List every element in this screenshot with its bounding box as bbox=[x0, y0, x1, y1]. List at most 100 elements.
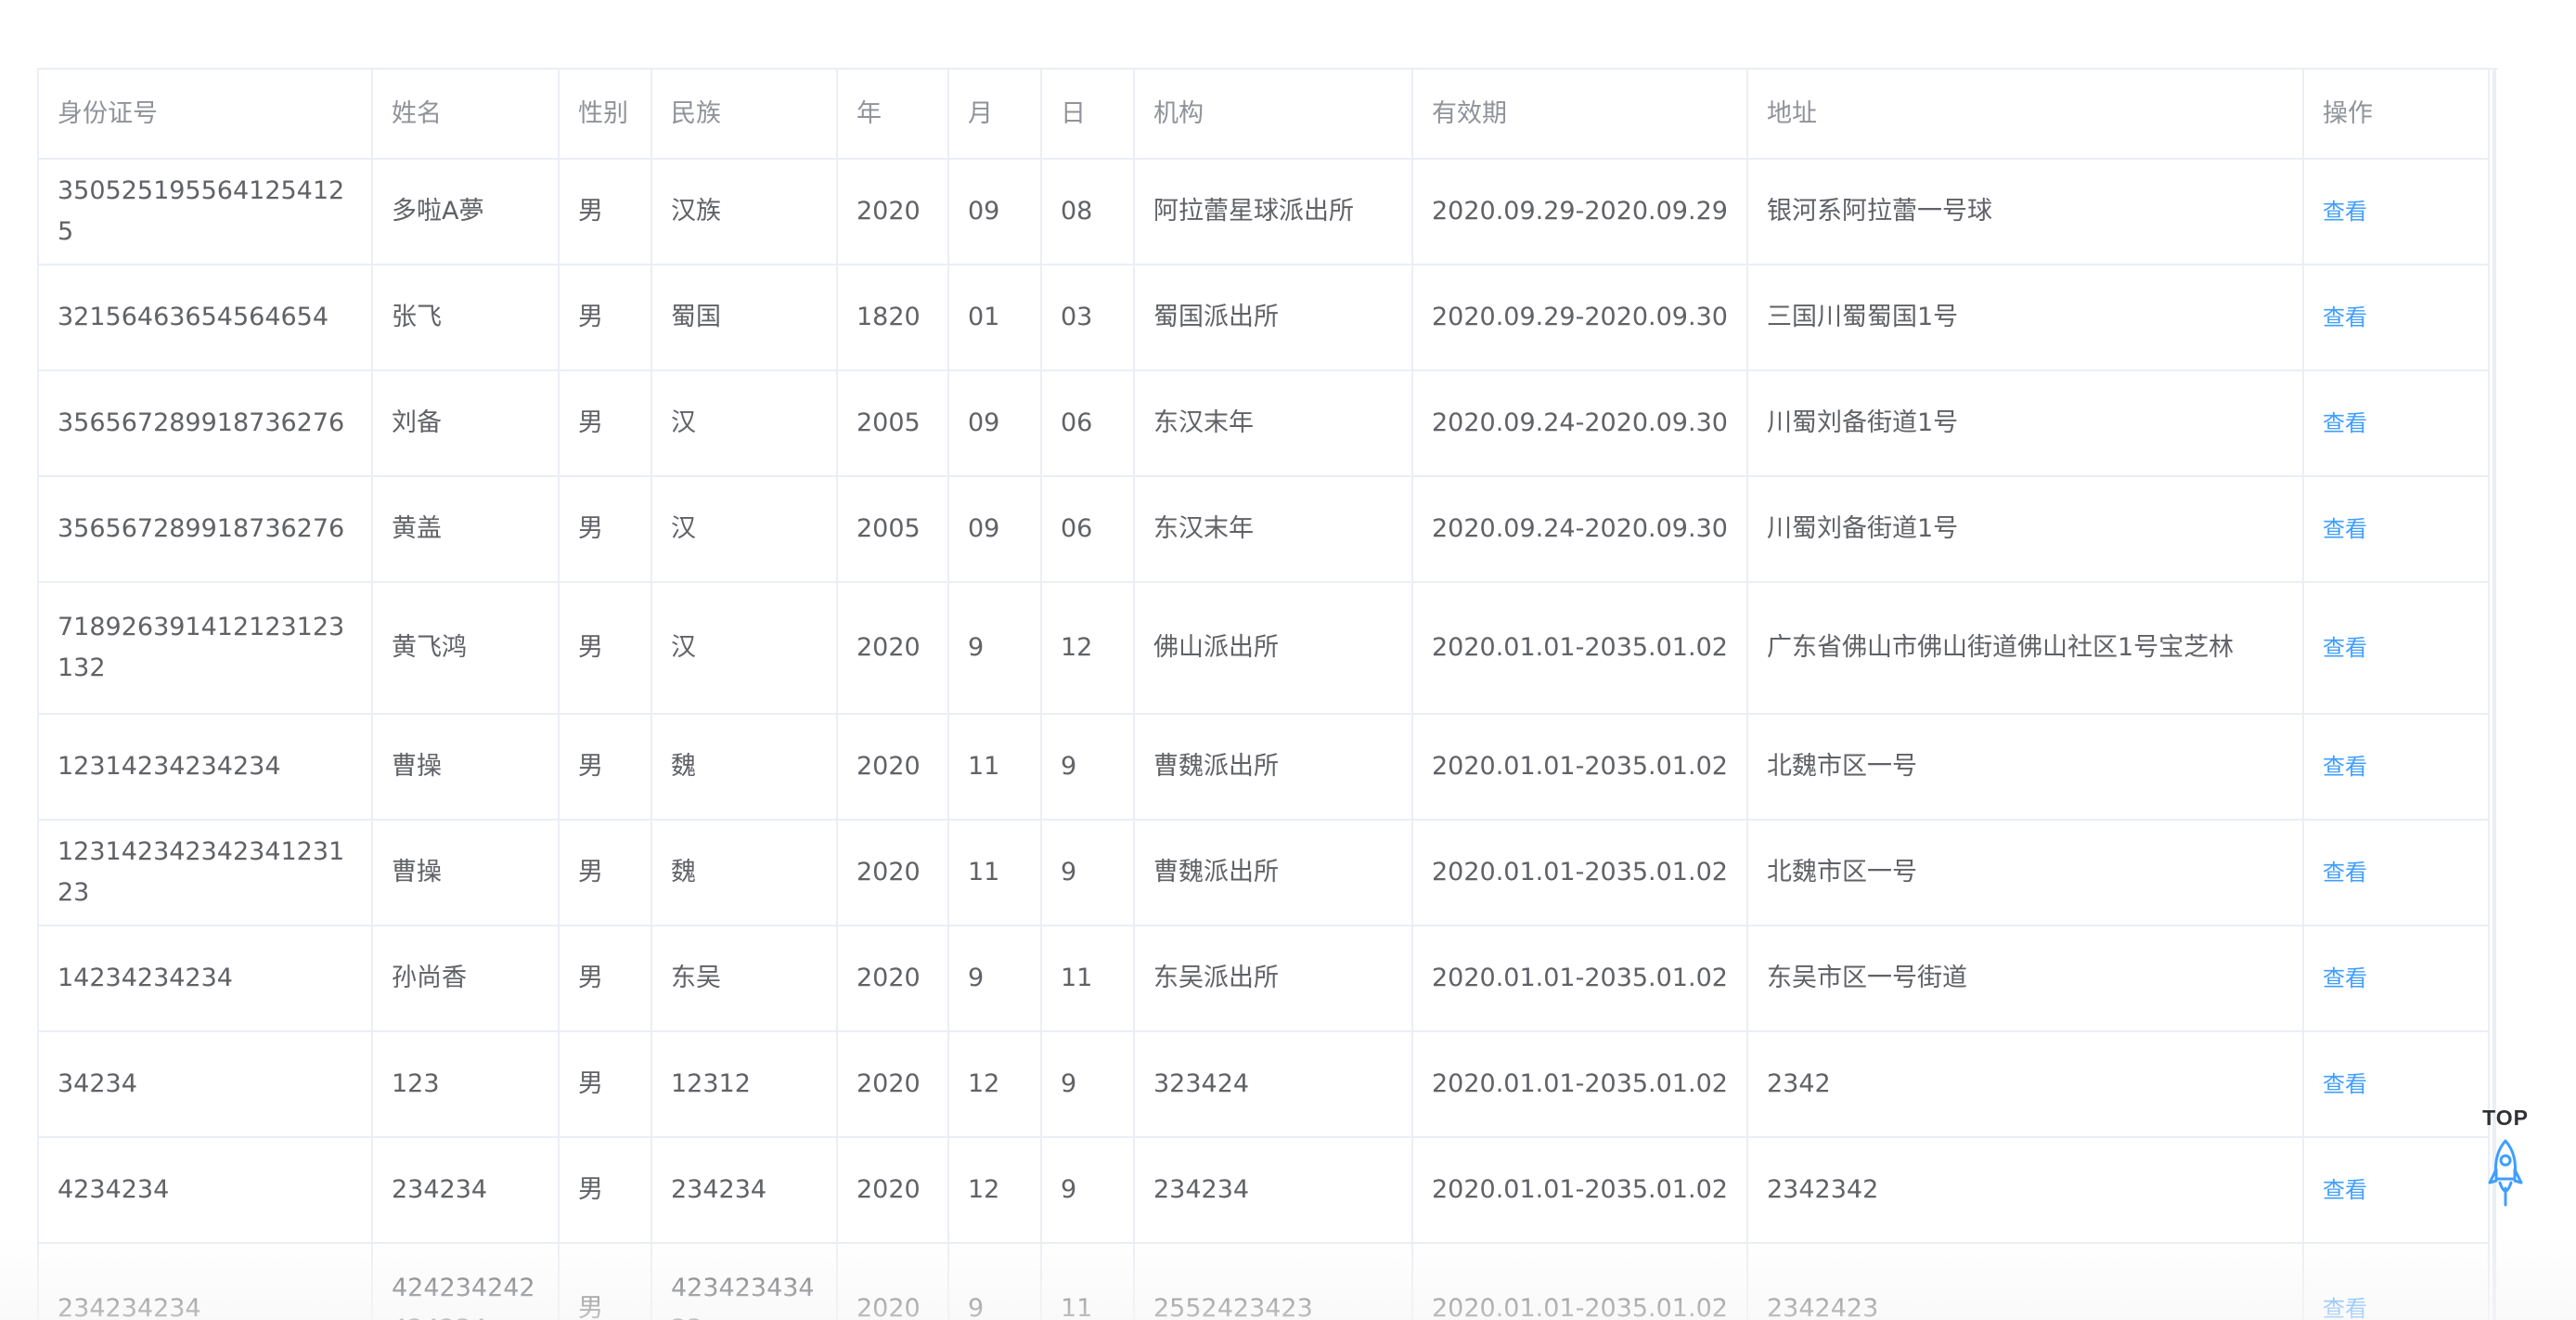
view-button[interactable]: 查看 bbox=[2323, 304, 2367, 330]
header-year[interactable]: 年 bbox=[837, 70, 949, 160]
cell-month: 9 bbox=[948, 582, 1042, 715]
cell-year: 2020 bbox=[837, 1243, 949, 1320]
table-row: 14234234234 孙尚香男东吴 2020 9 11 东吴派出所 2020.01.01-… bbox=[39, 925, 2490, 1032]
cell-day: 9 bbox=[1041, 820, 1135, 926]
cell-validity: 2020.01.01-2035.01.02 bbox=[1412, 582, 1748, 715]
cell-month: 12 bbox=[948, 1137, 1042, 1244]
cell-ethnicity: 234234 bbox=[651, 1137, 838, 1244]
cell-ethnicity: 蜀国 bbox=[651, 265, 838, 371]
cell-name: 孙尚香 bbox=[372, 925, 560, 1032]
cell-gender: 男 bbox=[559, 476, 652, 583]
cell-day: 11 bbox=[1041, 1243, 1135, 1320]
cell-address: 东吴市区一号街道 bbox=[1747, 925, 2304, 1032]
back-to-top-button[interactable]: TOP bbox=[2472, 1105, 2539, 1214]
cell-day: 9 bbox=[1041, 1031, 1135, 1138]
cell-address: 北魏市区一号 bbox=[1747, 820, 2304, 926]
cell-authority: 佛山派出所 bbox=[1134, 582, 1413, 715]
cell-gender: 男 bbox=[559, 925, 652, 1032]
header-ethnicity[interactable]: 民族 bbox=[651, 70, 838, 160]
cell-gender: 男 bbox=[559, 265, 652, 371]
cell-ethnicity: 汉 bbox=[651, 370, 838, 477]
header-authority[interactable]: 机构 bbox=[1134, 70, 1413, 160]
cell-authority: 234234 bbox=[1134, 1137, 1413, 1244]
table-row: 3505251955641254125 多啦A夢男汉族 2020 09 08 阿拉蕾星球派… bbox=[39, 159, 2490, 265]
header-id-number[interactable]: 身份证号 bbox=[39, 70, 373, 160]
cell-year: 2005 bbox=[837, 476, 949, 583]
cell-year: 2020 bbox=[837, 925, 949, 1032]
cell-authority: 阿拉蕾星球派出所 bbox=[1134, 159, 1413, 265]
header-action: 操作 bbox=[2303, 70, 2490, 160]
cell-address: 2342 bbox=[1747, 1031, 2304, 1138]
cell-name: 多啦A夢 bbox=[372, 159, 560, 265]
cell-id-number: 718926391412123123132 bbox=[39, 582, 373, 715]
cell-name: 曹操 bbox=[372, 820, 560, 926]
table-body: 3505251955641254125 多啦A夢男汉族 2020 09 08 阿拉蕾星球派… bbox=[39, 159, 2490, 1320]
cell-year: 2020 bbox=[837, 714, 949, 821]
cell-name: 424234242424234 bbox=[372, 1243, 560, 1320]
cell-month: 11 bbox=[948, 820, 1042, 926]
header-address[interactable]: 地址 bbox=[1747, 70, 2304, 160]
table-row: 356567289918736276 黄盖男汉 2005 09 06 东汉末年 2020.0… bbox=[39, 476, 2490, 583]
cell-gender: 男 bbox=[559, 714, 652, 821]
header-day[interactable]: 日 bbox=[1041, 70, 1135, 160]
cell-validity: 2020.09.29-2020.09.29 bbox=[1412, 159, 1748, 265]
table-row: 12314234234234 曹操男魏 2020 11 9 曹魏派出所 2020.01.01… bbox=[39, 714, 2490, 821]
cell-id-number: 32156463654564654 bbox=[39, 265, 373, 371]
cell-address: 广东省佛山市佛山街道佛山社区1号宝芝林 bbox=[1747, 582, 2304, 715]
cell-action: 查看 bbox=[2303, 1031, 2490, 1138]
cell-month: 12 bbox=[948, 1031, 1042, 1138]
header-validity[interactable]: 有效期 bbox=[1412, 70, 1748, 160]
cell-authority: 323424 bbox=[1134, 1031, 1413, 1138]
cell-action: 查看 bbox=[2303, 925, 2490, 1032]
view-button[interactable]: 查看 bbox=[2323, 1177, 2367, 1203]
cell-action: 查看 bbox=[2303, 714, 2490, 821]
view-button[interactable]: 查看 bbox=[2323, 516, 2367, 542]
view-button[interactable]: 查看 bbox=[2323, 965, 2367, 991]
cell-id-number: 4234234 bbox=[39, 1137, 373, 1244]
id-card-table: 身份证号 姓名 性别 民族 年 月 日 机构 有效期 地址 操作 3505251… bbox=[37, 68, 2498, 1320]
cell-address: 三国川蜀蜀国1号 bbox=[1747, 265, 2304, 371]
cell-action: 查看 bbox=[2303, 265, 2490, 371]
view-button[interactable]: 查看 bbox=[2323, 199, 2367, 225]
header-name[interactable]: 姓名 bbox=[372, 70, 560, 160]
view-button[interactable]: 查看 bbox=[2323, 860, 2367, 886]
cell-address: 川蜀刘备街道1号 bbox=[1747, 370, 2304, 477]
header-month[interactable]: 月 bbox=[948, 70, 1042, 160]
cell-month: 9 bbox=[948, 925, 1042, 1032]
cell-authority: 蜀国派出所 bbox=[1134, 265, 1413, 371]
cell-id-number: 12314234234234123123 bbox=[39, 820, 373, 926]
table-row: 32156463654564654 张飞男蜀国 1820 01 03 蜀国派出所 2020.… bbox=[39, 265, 2490, 371]
view-button[interactable]: 查看 bbox=[2323, 635, 2367, 661]
table-row: 34234 123 男 12312 2020 12 9 323424 2020.01.01-20… bbox=[39, 1031, 2490, 1138]
table-row: 4234234 234234 男 234234 2020 12 9 234234 2020.01… bbox=[39, 1137, 2490, 1244]
back-to-top-label: TOP bbox=[2482, 1106, 2529, 1130]
cell-authority: 东吴派出所 bbox=[1134, 925, 1413, 1032]
view-button[interactable]: 查看 bbox=[2323, 410, 2367, 436]
cell-validity: 2020.01.01-2035.01.02 bbox=[1412, 714, 1748, 821]
table-row: 718926391412123123132 黄飞鸿男汉 2020 9 12 佛山派出所 20… bbox=[39, 582, 2490, 715]
cell-authority: 东汉末年 bbox=[1134, 476, 1413, 583]
header-gender[interactable]: 性别 bbox=[559, 70, 652, 160]
view-button[interactable]: 查看 bbox=[2323, 1071, 2367, 1097]
cell-day: 06 bbox=[1041, 476, 1135, 583]
cell-ethnicity: 东吴 bbox=[651, 925, 838, 1032]
cell-authority: 曹魏派出所 bbox=[1134, 820, 1413, 926]
cell-id-number: 356567289918736276 bbox=[39, 370, 373, 477]
cell-action: 查看 bbox=[2303, 820, 2490, 926]
table-header-row: 身份证号 姓名 性别 民族 年 月 日 机构 有效期 地址 操作 bbox=[39, 70, 2490, 160]
cell-name: 黄盖 bbox=[372, 476, 560, 583]
cell-month: 11 bbox=[948, 714, 1042, 821]
cell-day: 9 bbox=[1041, 714, 1135, 821]
cell-id-number: 356567289918736276 bbox=[39, 476, 373, 583]
cell-gender: 男 bbox=[559, 582, 652, 715]
cell-id-number: 14234234234 bbox=[39, 925, 373, 1032]
cell-ethnicity: 42342343423 bbox=[651, 1243, 838, 1320]
view-button[interactable]: 查看 bbox=[2323, 1296, 2367, 1320]
cell-month: 09 bbox=[948, 476, 1042, 583]
cell-name: 曹操 bbox=[372, 714, 560, 821]
cell-name: 刘备 bbox=[372, 370, 560, 477]
cell-gender: 男 bbox=[559, 159, 652, 265]
cell-year: 2005 bbox=[837, 370, 949, 477]
view-button[interactable]: 查看 bbox=[2323, 754, 2367, 780]
cell-name: 234234 bbox=[372, 1137, 560, 1244]
